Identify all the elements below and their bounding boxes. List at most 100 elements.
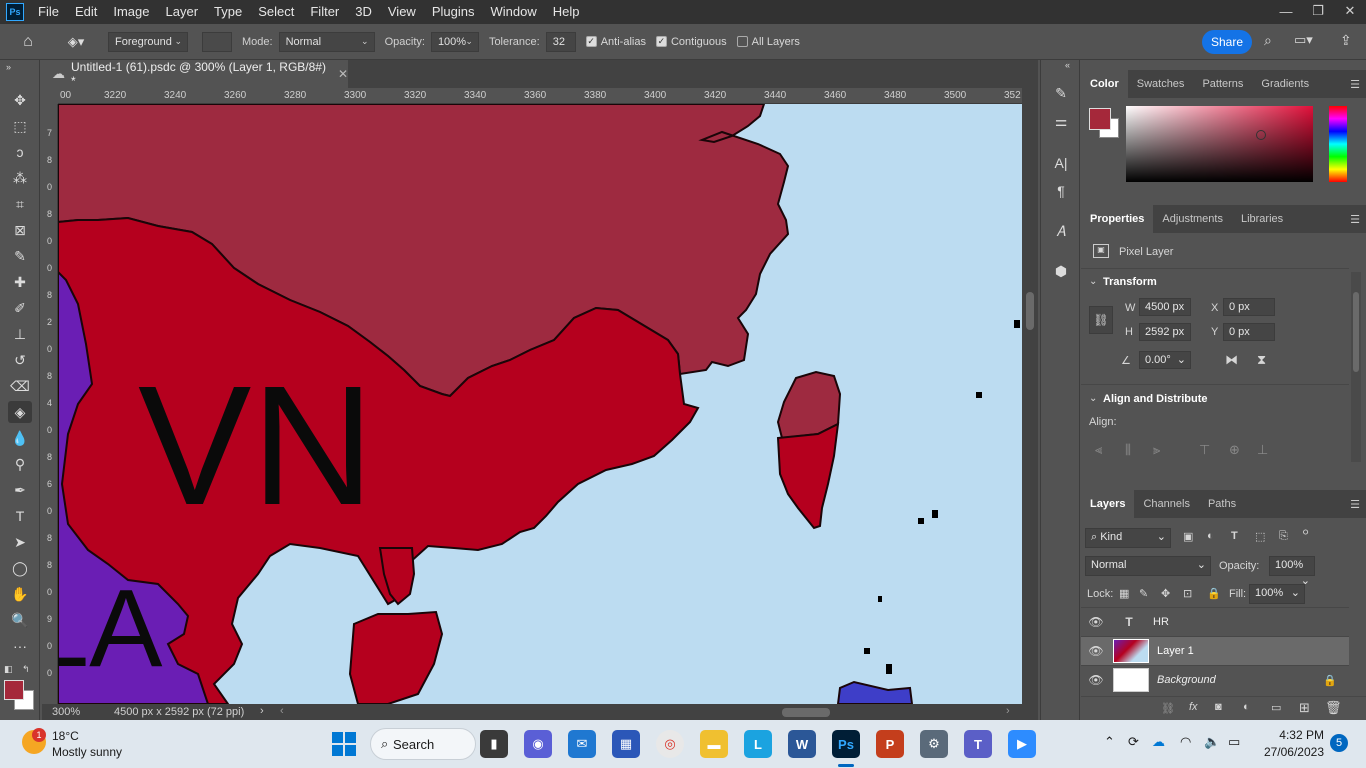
collapse-arrows-icon[interactable]: « [1065, 60, 1070, 70]
frame-tool-icon[interactable]: ⊠ [8, 219, 32, 241]
menu-file[interactable]: File [30, 0, 67, 24]
align-center-icon[interactable]: ⫼ [1125, 442, 1131, 458]
document-canvas[interactable]: VN LA [58, 104, 1022, 704]
visibility-eye-icon[interactable]: 👁 [1081, 644, 1111, 658]
new-group-icon[interactable]: ▭ [1271, 701, 1281, 714]
tolerance-input[interactable]: 32 [545, 31, 576, 52]
filter-pixel-icon[interactable]: ▣ [1183, 530, 1193, 543]
menu-filter[interactable]: Filter [302, 0, 347, 24]
link-icon[interactable]: ⛓ [1089, 306, 1113, 334]
tab-adjustments[interactable]: Adjustments [1153, 205, 1232, 233]
layer-opacity-input[interactable]: 100% ⌄ [1269, 556, 1315, 587]
healing-brush-tool-icon[interactable]: ✚ [8, 271, 32, 293]
notification-badge[interactable]: 5 [1330, 734, 1348, 752]
color-field[interactable] [1126, 106, 1313, 182]
marquee-tool-icon[interactable]: ⬚ [8, 115, 32, 137]
foreground-color-chip[interactable] [1089, 108, 1111, 130]
more-tools-icon[interactable]: ··· [8, 635, 32, 657]
photoshop-taskbar-icon[interactable]: Ps [832, 730, 860, 758]
paint-bucket-preset-icon[interactable]: ◈▾ [56, 34, 96, 50]
align-collapse-icon[interactable]: ⌄ [1089, 393, 1097, 404]
mode-dropdown[interactable]: Normal ⌄ [278, 31, 375, 52]
fx-icon[interactable]: fx [1189, 701, 1198, 713]
paragraph-panel-icon[interactable]: ¶ [1049, 180, 1073, 202]
close-tab-icon[interactable]: ✕ [338, 67, 348, 81]
mail-icon[interactable]: ✉ [568, 730, 596, 758]
fill-source-dropdown[interactable]: Foreground ⌄ [108, 31, 188, 52]
tab-properties[interactable]: Properties [1081, 205, 1154, 233]
crop-tool-icon[interactable]: ⌗ [8, 193, 32, 215]
align-bottom-icon[interactable]: ⊥ [1257, 442, 1268, 458]
layer-filter-kind[interactable]: ⌕ Kind ⌄ [1085, 528, 1171, 548]
lock-image-icon[interactable]: ✎ [1139, 587, 1148, 600]
eyedropper-tool-icon[interactable]: ✎ [8, 245, 32, 267]
file-explorer-icon[interactable]: ▬ [700, 730, 728, 758]
y-input[interactable]: 0 px [1223, 323, 1275, 341]
properties-scrollbar[interactable] [1351, 272, 1361, 462]
vertical-scroll-thumb[interactable] [1026, 292, 1034, 330]
powerpoint-icon[interactable]: P [876, 730, 904, 758]
brush-tool-icon[interactable]: ✐ [8, 297, 32, 319]
zoom-level[interactable]: 300% [52, 706, 80, 718]
word-icon[interactable]: W [788, 730, 816, 758]
new-adjustment-layer-icon[interactable]: ◐ [1243, 701, 1250, 713]
magic-wand-tool-icon[interactable]: ⁂ [8, 167, 32, 189]
paint-bucket-tool-icon[interactable]: ◈ [8, 401, 32, 423]
blur-tool-icon[interactable]: 💧 [8, 427, 32, 449]
opacity-input[interactable]: 100% ⌄ [430, 31, 479, 52]
start-windows-icon[interactable] [332, 732, 356, 756]
menu-plugins[interactable]: Plugins [424, 0, 483, 24]
store-icon[interactable]: ▦ [612, 730, 640, 758]
tab-channels[interactable]: Channels [1134, 490, 1198, 518]
visibility-eye-icon[interactable]: 👁 [1081, 615, 1111, 629]
weather-temp[interactable]: 18°C [52, 729, 79, 743]
lasso-tool-icon[interactable]: ↄ [8, 141, 32, 163]
home-icon[interactable]: ⌂ [0, 33, 56, 51]
filter-toggle-icon[interactable]: ⚪ [1301, 526, 1310, 539]
new-layer-icon[interactable]: ⊞ [1299, 700, 1310, 716]
hue-slider[interactable] [1329, 106, 1347, 182]
l-app-icon[interactable]: L [744, 730, 772, 758]
clone-stamp-tool-icon[interactable]: ⊥ [8, 323, 32, 345]
panel-menu-icon[interactable]: ☰ [1350, 498, 1360, 511]
menu-view[interactable]: View [380, 0, 424, 24]
taskbar-search-box[interactable]: ⌕ Search [370, 728, 476, 760]
menu-image[interactable]: Image [105, 0, 157, 24]
panel-menu-icon[interactable]: ☰ [1350, 78, 1360, 91]
scroll-right-icon[interactable]: › [1006, 705, 1010, 717]
properties-scroll-thumb[interactable] [1353, 292, 1359, 372]
zoom-app-icon[interactable]: ▶ [1008, 730, 1036, 758]
align-left-icon[interactable]: ⫷ [1095, 442, 1102, 458]
task-view-icon[interactable]: ▮ [480, 730, 508, 758]
all-layers-checkbox[interactable]: All Layers [736, 36, 800, 48]
sync-icon[interactable]: ⟳ [1128, 734, 1139, 750]
angle-input[interactable]: 0.00° ⌄ [1139, 351, 1191, 369]
minimize-icon[interactable]: — [1270, 0, 1302, 22]
flip-vertical-icon[interactable]: ⧗ [1257, 352, 1266, 368]
brush-settings-icon[interactable]: ✎ [1049, 82, 1073, 104]
visibility-eye-icon[interactable]: 👁 [1081, 673, 1111, 687]
swap-colors-icon[interactable]: ↰ [22, 664, 30, 675]
color-picker-cursor[interactable] [1256, 130, 1266, 140]
weather-desc[interactable]: Mostly sunny [52, 745, 122, 759]
path-selection-tool-icon[interactable]: ➤ [8, 531, 32, 553]
blend-mode-dropdown[interactable]: Normal ⌄ [1085, 556, 1211, 576]
ellipse-tool-icon[interactable]: ◯ [8, 557, 32, 579]
workspace-icon[interactable]: ▭▾ [1294, 32, 1313, 48]
chrome-icon[interactable]: ◎ [656, 730, 684, 758]
tab-libraries[interactable]: Libraries [1232, 205, 1292, 233]
onedrive-icon[interactable]: ☁ [1152, 734, 1165, 750]
share-document-icon[interactable]: ⇪ [1340, 32, 1352, 49]
panel-menu-icon[interactable]: ☰ [1350, 213, 1360, 226]
pen-tool-icon[interactable]: ✒ [8, 479, 32, 501]
3d-panel-icon[interactable]: ⬢ [1049, 260, 1073, 282]
transform-collapse-icon[interactable]: ⌄ [1089, 276, 1097, 287]
menu-layer[interactable]: Layer [158, 0, 207, 24]
close-icon[interactable]: ✕ [1334, 0, 1366, 22]
anti-alias-checkbox[interactable]: ✓ Anti-alias [585, 36, 646, 48]
filter-adjustment-icon[interactable]: ◐ [1207, 530, 1214, 542]
tab-patterns[interactable]: Patterns [1193, 70, 1252, 98]
contiguous-checkbox[interactable]: ✓ Contiguous [655, 36, 727, 48]
pattern-picker[interactable] [202, 31, 232, 52]
add-mask-icon[interactable]: ◙ [1215, 701, 1222, 713]
